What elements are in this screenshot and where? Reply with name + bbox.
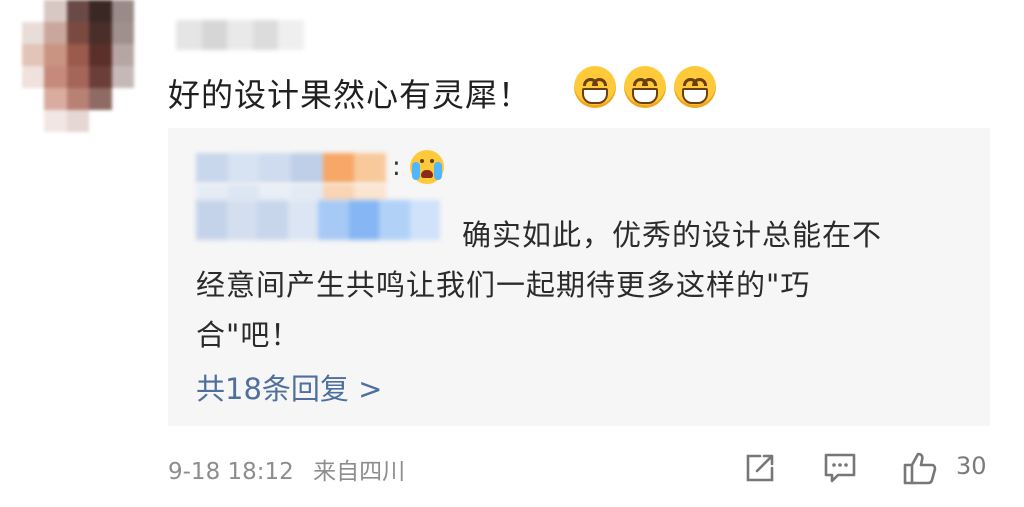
- like-count: 30: [956, 452, 987, 480]
- reply-username-blurred[interactable]: [196, 153, 387, 183]
- reply-colon: :: [392, 152, 401, 182]
- comment-icon[interactable]: [822, 450, 858, 486]
- reply-text-line-1: 确实如此，优秀的设计总能在不: [462, 218, 883, 252]
- reply-text-line-2: 经意间产生共鸣让我们一起期待更多这样的"巧: [196, 268, 811, 302]
- more-replies-link[interactable]: 共18条回复 >: [196, 366, 382, 408]
- comment-meta: 9-18 18:12 来自四川: [168, 452, 405, 486]
- grinning-face-icon: [574, 66, 616, 108]
- comment-datetime: 9-18 18:12: [168, 459, 294, 485]
- reply-username-blurred-3: [196, 200, 440, 240]
- comment-location: 来自四川: [313, 459, 406, 485]
- comment-text: 好的设计果然心有灵犀！: [168, 76, 532, 114]
- thumbs-up-icon[interactable]: [902, 450, 938, 486]
- reply-text-line-3: 合"吧！: [196, 318, 301, 352]
- avatar[interactable]: [22, 0, 134, 132]
- username-blurred[interactable]: [176, 20, 304, 50]
- grinning-face-icon: [674, 66, 716, 108]
- comment-emojis: [574, 66, 716, 108]
- grinning-face-icon: [624, 66, 666, 108]
- crying-face-icon: [410, 150, 444, 184]
- share-icon[interactable]: [742, 450, 778, 486]
